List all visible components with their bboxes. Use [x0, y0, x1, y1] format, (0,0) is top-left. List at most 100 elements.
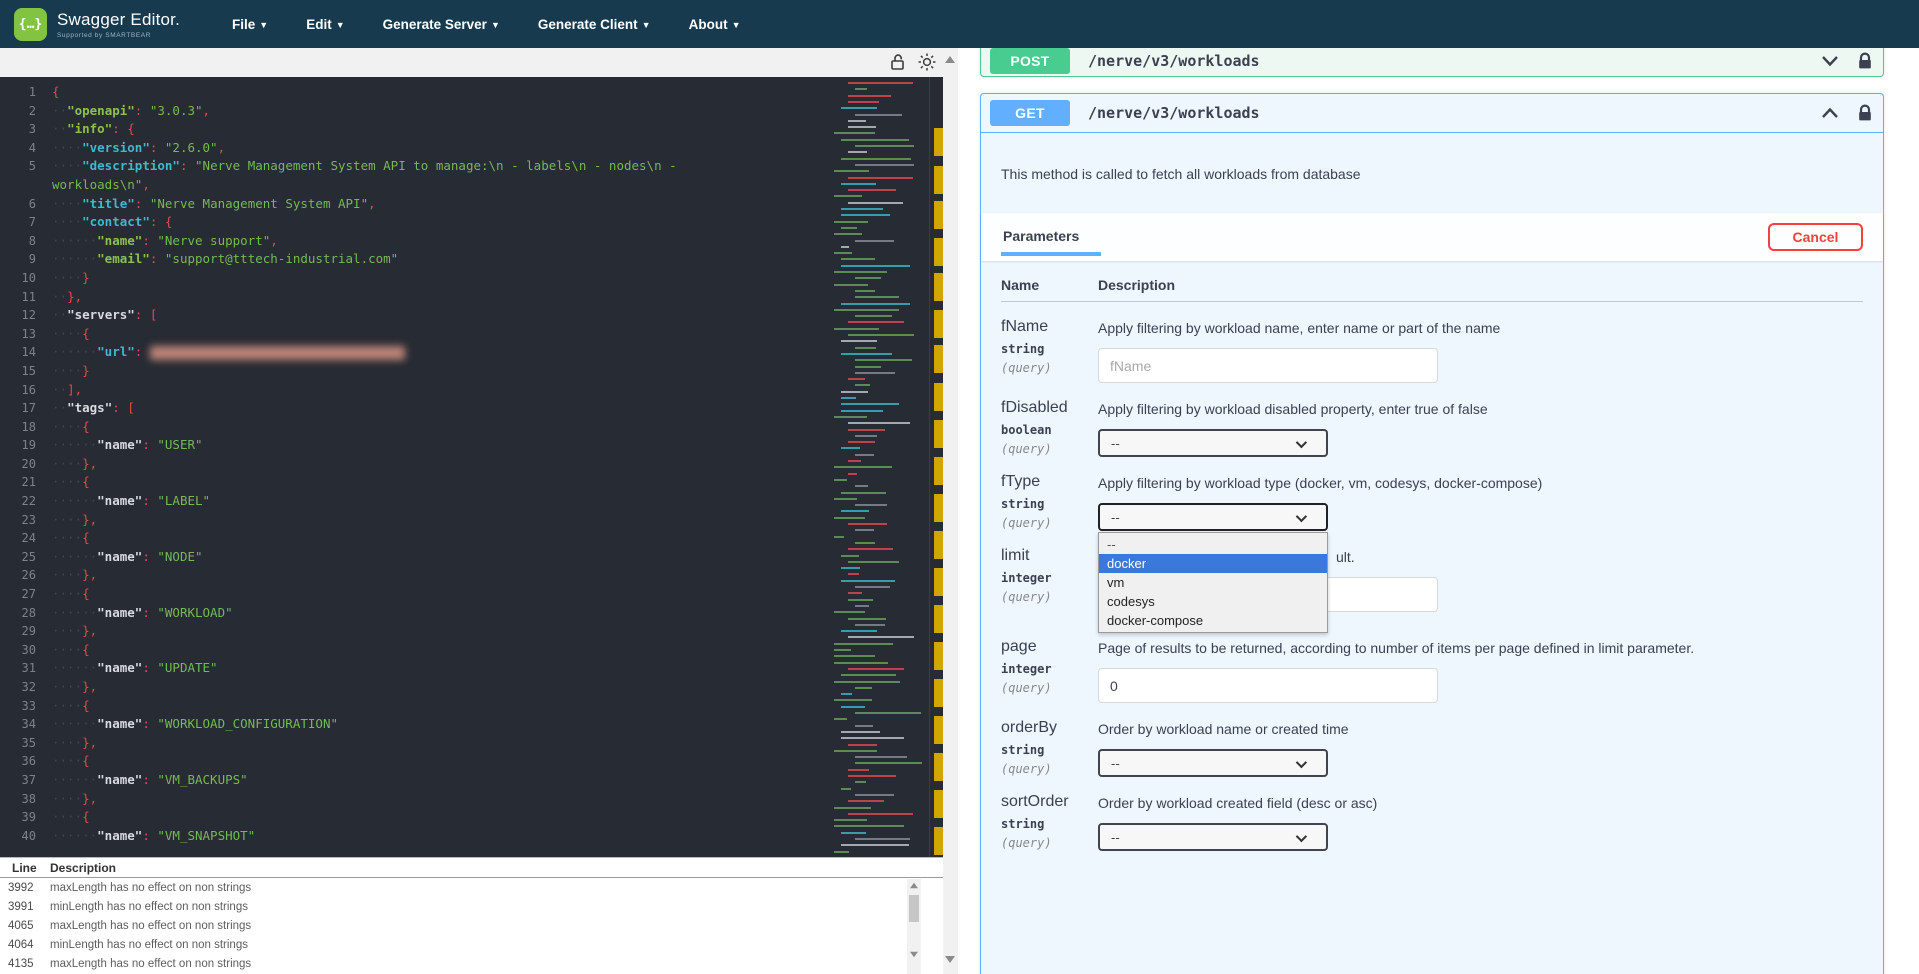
scroll-down-icon[interactable] [910, 952, 918, 958]
scroll-up-icon[interactable] [945, 56, 955, 63]
warning-mark[interactable] [934, 494, 943, 522]
swagger-logo[interactable]: {…} Swagger Editor. Supported by SMARTBE… [14, 8, 180, 41]
get-summary-row[interactable]: GET /nerve/v3/workloads [981, 94, 1883, 133]
error-row[interactable]: 3992maxLength has no effect on non strin… [0, 878, 943, 897]
line-number: 3 [0, 120, 52, 139]
code-line: 24····{ [0, 529, 830, 548]
caret-down-icon: ▼ [491, 20, 500, 30]
menu-about[interactable]: About▼ [689, 17, 741, 32]
warning-mark[interactable] [934, 128, 943, 156]
line-number: 35 [0, 734, 52, 753]
tab-parameters[interactable]: Parameters [1001, 219, 1101, 256]
line-number: 19 [0, 436, 52, 455]
swagger-editor-app: {…} Swagger Editor. Supported by SMARTBE… [0, 0, 1919, 974]
parameter-rows: fNamestring(query)Apply filtering by wor… [1001, 318, 1863, 851]
code-line: 34······"name": "WORKLOAD_CONFIGURATION" [0, 715, 830, 734]
code-lines: 1{2··"openapi": "3.0.3",3··"info": {4···… [0, 83, 830, 845]
line-number: 33 [0, 697, 52, 716]
col-header-description: Description [1098, 277, 1863, 293]
menu-generate-client[interactable]: Generate Client▼ [538, 17, 651, 32]
menu-edit[interactable]: Edit▼ [306, 17, 344, 32]
warning-mark[interactable] [934, 420, 943, 448]
line-number: 4 [0, 139, 52, 158]
warning-mark[interactable] [934, 457, 943, 485]
code-line: 37······"name": "VM_BACKUPS" [0, 771, 830, 790]
warning-mark[interactable] [934, 166, 943, 194]
warning-mark[interactable] [934, 605, 943, 633]
line-number: 20 [0, 455, 52, 474]
warning-mark[interactable] [934, 679, 943, 707]
code-line: 29····}, [0, 622, 830, 641]
orderBy-select[interactable]: -- [1098, 749, 1328, 777]
error-pane-scrollbar[interactable] [907, 879, 921, 974]
warning-mark[interactable] [934, 827, 943, 855]
warning-mark[interactable] [934, 310, 943, 338]
warning-mark[interactable] [934, 201, 943, 229]
option-vm[interactable]: vm [1099, 573, 1327, 592]
warning-mark[interactable] [934, 568, 943, 596]
warning-mark[interactable] [934, 790, 943, 818]
param-type: boolean [1001, 423, 1098, 437]
post-summary-row[interactable]: POST /nerve/v3/workloads [981, 45, 1883, 76]
param-row-fType: fTypestring(query)Apply filtering by wor… [1001, 473, 1863, 531]
json-code-editor[interactable]: 1{2··"openapi": "3.0.3",3··"info": {4···… [0, 77, 943, 857]
scroll-down-icon[interactable] [945, 956, 955, 963]
code-line: 16··], [0, 381, 830, 400]
caret-down-icon: ▼ [336, 20, 345, 30]
error-row[interactable]: 3991minLength has no effect on non strin… [0, 897, 943, 916]
line-number: 24 [0, 529, 52, 548]
warning-mark[interactable] [934, 238, 943, 266]
code-line: 1{ [0, 83, 830, 102]
code-line: 9······"email": "support@tttech-industri… [0, 250, 830, 269]
line-number: 11 [0, 288, 52, 307]
option---[interactable]: -- [1099, 535, 1327, 554]
option-codesys[interactable]: codesys [1099, 592, 1327, 611]
unlock-icon[interactable] [888, 52, 910, 74]
line-number: 14 [0, 343, 52, 362]
cancel-button[interactable]: Cancel [1768, 223, 1863, 251]
param-description: Order by workload created field (desc or… [1098, 795, 1863, 811]
fType-select[interactable]: -- [1098, 503, 1328, 531]
chevron-up-icon[interactable] [1821, 107, 1839, 119]
line-number: 10 [0, 269, 52, 288]
error-row[interactable]: 4064minLength has no effect on non strin… [0, 936, 943, 955]
warning-mark[interactable] [934, 383, 943, 411]
menu-file[interactable]: File▼ [232, 17, 268, 32]
warning-mark[interactable] [934, 716, 943, 744]
menu-bar: File▼ Edit▼ Generate Server▼ Generate Clien… [232, 17, 778, 32]
brightness-icon[interactable] [917, 52, 939, 74]
error-row[interactable]: 4065maxLength has no effect on non strin… [0, 916, 943, 935]
param-in: (query) [1001, 590, 1098, 604]
warning-mark[interactable] [934, 753, 943, 781]
fDisabled-select[interactable]: -- [1098, 429, 1328, 457]
error-col-description: Description [50, 861, 116, 875]
code-line: 39····{ [0, 808, 830, 827]
error-row[interactable]: 4135maxLength has no effect on non strin… [0, 955, 943, 974]
chevron-down-icon[interactable] [1821, 55, 1839, 67]
lock-icon[interactable] [1857, 52, 1873, 70]
scroll-up-icon[interactable] [910, 883, 918, 889]
option-docker-compose[interactable]: docker-compose [1099, 611, 1327, 630]
option-docker[interactable]: docker [1099, 554, 1327, 573]
line-number: 37 [0, 771, 52, 790]
param-type: integer [1001, 662, 1098, 676]
menu-generate-server[interactable]: Generate Server▼ [383, 17, 500, 32]
fName-input[interactable] [1098, 348, 1438, 383]
sortOrder-select[interactable]: -- [1098, 823, 1328, 851]
editor-scrollbar[interactable] [943, 48, 958, 974]
line-number: 34 [0, 715, 52, 734]
warning-mark[interactable] [934, 273, 943, 301]
chevron-down-icon [1296, 511, 1307, 522]
line-number: 22 [0, 492, 52, 511]
warning-mark[interactable] [934, 642, 943, 670]
warning-mark[interactable] [934, 531, 943, 559]
page-input[interactable] [1098, 668, 1438, 703]
lock-icon[interactable] [1857, 104, 1873, 122]
code-line: 21····{ [0, 473, 830, 492]
line-number: 7 [0, 213, 52, 232]
scrollbar-thumb[interactable] [909, 895, 919, 922]
warning-mark[interactable] [934, 345, 943, 373]
param-name: orderBy [1001, 719, 1098, 737]
code-line: 40······"name": "VM_SNAPSHOT" [0, 827, 830, 846]
line-number: 12 [0, 306, 52, 325]
